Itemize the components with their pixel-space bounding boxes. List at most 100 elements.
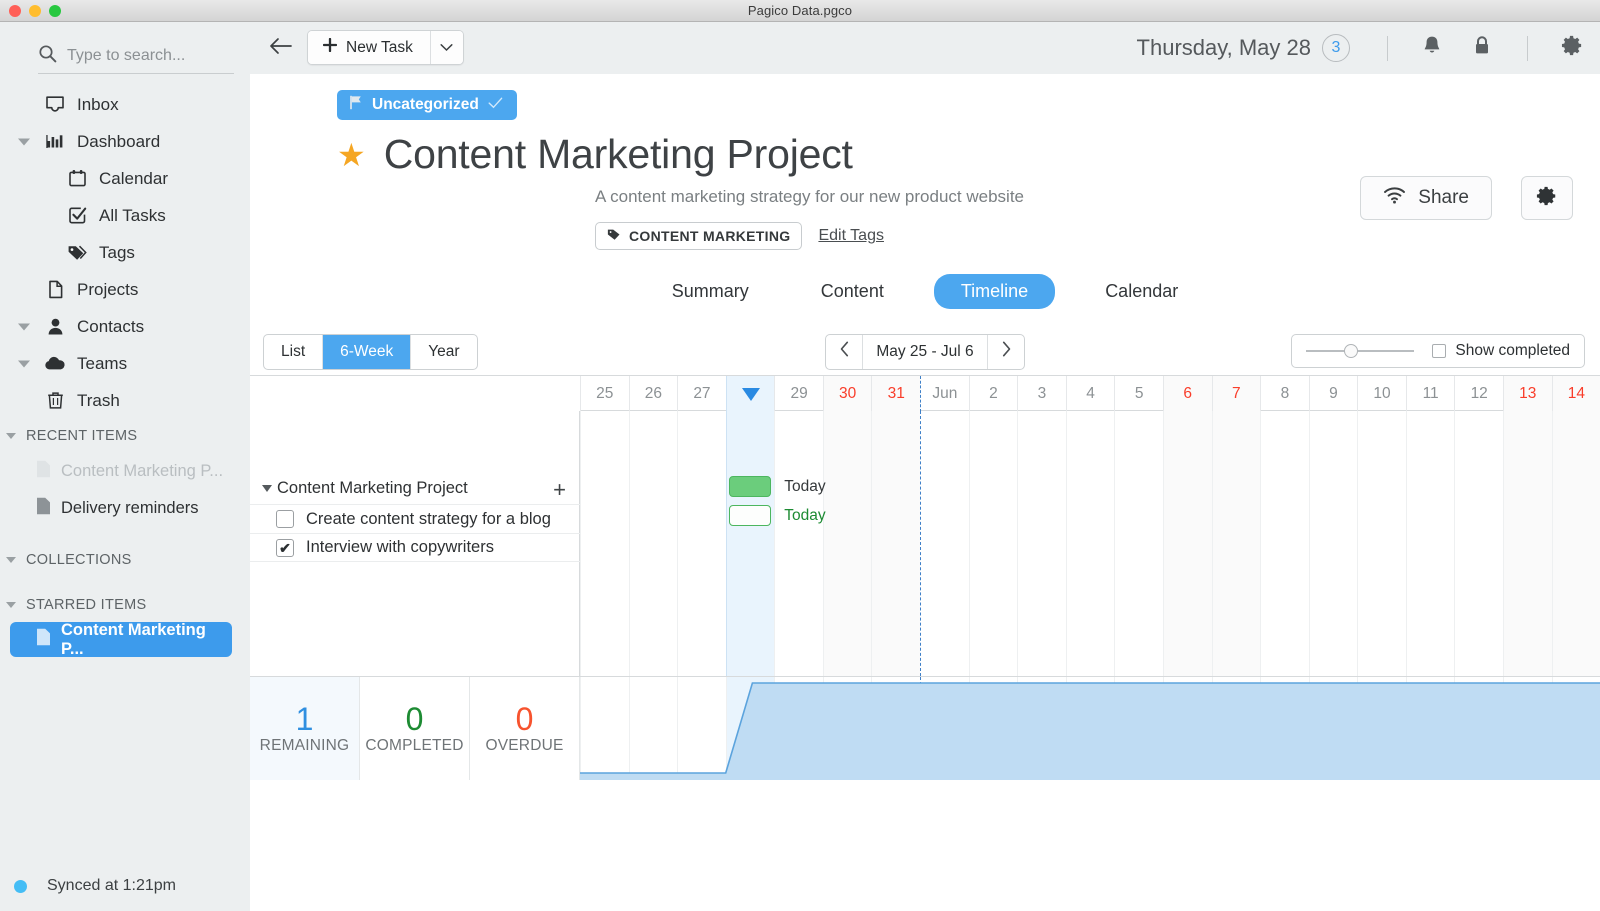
- gantt-day-header[interactable]: 8: [1260, 376, 1309, 412]
- sidebar-item-trash[interactable]: Trash: [0, 382, 250, 419]
- gantt-grid-column[interactable]: [677, 411, 726, 676]
- gantt-today-column-header[interactable]: [725, 376, 775, 412]
- gantt-day-header[interactable]: 31: [871, 376, 921, 412]
- gantt-grid-column[interactable]: [1114, 411, 1163, 676]
- gantt-grid-column[interactable]: [1260, 411, 1309, 676]
- date-range-label[interactable]: May 25 - Jul 6: [862, 335, 988, 369]
- gantt-day-header[interactable]: 12: [1454, 376, 1503, 412]
- sidebar-section-collections[interactable]: COLLECTIONS: [0, 543, 250, 577]
- sidebar-item-calendar[interactable]: Calendar: [0, 160, 250, 197]
- tab-summary[interactable]: Summary: [650, 274, 771, 309]
- search-input[interactable]: [67, 47, 234, 65]
- minimize-window-button[interactable]: [29, 5, 41, 17]
- next-range-button[interactable]: [988, 335, 1024, 369]
- gantt-grid-column[interactable]: [1357, 411, 1406, 676]
- zoom-slider-handle[interactable]: [1344, 344, 1359, 358]
- sidebar-recent-item[interactable]: Delivery reminders: [0, 490, 250, 527]
- gantt-grid-column[interactable]: [968, 411, 1018, 676]
- gantt-day-header[interactable]: 7: [1211, 376, 1261, 412]
- edit-tags-link[interactable]: Edit Tags: [818, 227, 884, 245]
- gantt-day-header[interactable]: 14: [1551, 376, 1600, 412]
- gantt-day-header[interactable]: 5: [1114, 376, 1163, 412]
- chevron-down-icon[interactable]: [18, 360, 30, 367]
- lock-button[interactable]: [1462, 22, 1502, 74]
- show-completed-checkbox[interactable]: [1432, 344, 1447, 358]
- date-range-navigator[interactable]: May 25 - Jul 6: [825, 334, 1025, 370]
- sidebar-section-starred-items[interactable]: STARRED ITEMS: [0, 588, 250, 622]
- tag-chip[interactable]: CONTENT MARKETING: [595, 222, 803, 250]
- sidebar-item-inbox[interactable]: Inbox: [0, 86, 250, 123]
- gantt-grid-column[interactable]: [1162, 411, 1212, 676]
- search-row[interactable]: [38, 44, 234, 74]
- gantt-grid-column[interactable]: [1454, 411, 1503, 676]
- settings-button[interactable]: [1552, 22, 1592, 74]
- previous-range-button[interactable]: [826, 335, 862, 369]
- new-task-group[interactable]: New Task: [307, 30, 464, 65]
- gantt-day-header[interactable]: 9: [1308, 376, 1358, 412]
- gantt-grid-column[interactable]: [1502, 411, 1552, 676]
- gantt-day-header[interactable]: 6: [1162, 376, 1212, 412]
- sidebar-item-dashboard[interactable]: Dashboard: [0, 123, 250, 160]
- tab-content[interactable]: Content: [799, 274, 906, 309]
- category-pill[interactable]: Uncategorized: [337, 90, 517, 120]
- tab-calendar[interactable]: Calendar: [1083, 274, 1200, 309]
- gantt-day-header[interactable]: 13: [1502, 376, 1552, 412]
- chevron-down-icon[interactable]: [6, 433, 16, 439]
- star-icon[interactable]: ★: [337, 139, 366, 171]
- gantt-grid-column[interactable]: [774, 411, 823, 676]
- gantt-day-header[interactable]: 27: [677, 376, 726, 412]
- gantt-task-row[interactable]: ✔ Interview with copywriters: [250, 533, 580, 562]
- project-settings-button[interactable]: [1521, 176, 1573, 220]
- gantt-grid-column[interactable]: [1211, 411, 1261, 676]
- gantt-grid-column[interactable]: [628, 411, 678, 676]
- zoom-slider[interactable]: [1306, 343, 1415, 359]
- gantt-grid-column[interactable]: [1017, 411, 1066, 676]
- gantt-day-header[interactable]: 25: [580, 376, 629, 412]
- show-completed-toggle[interactable]: Show completed: [1432, 342, 1570, 360]
- sidebar-item-all-tasks[interactable]: All Tasks: [0, 197, 250, 234]
- notifications-button[interactable]: [1412, 22, 1452, 74]
- view-mode-list[interactable]: List: [264, 335, 322, 369]
- gantt-grid-column[interactable]: [580, 411, 629, 676]
- gantt-grid-column[interactable]: [1405, 411, 1455, 676]
- gantt-grid-column[interactable]: [822, 411, 872, 676]
- chevron-down-icon[interactable]: [6, 557, 16, 563]
- gantt-grid-column[interactable]: [920, 411, 969, 676]
- back-button[interactable]: [268, 35, 294, 61]
- gantt-day-header[interactable]: 10: [1357, 376, 1406, 412]
- sidebar-item-tags[interactable]: Tags: [0, 234, 250, 271]
- sidebar-section-recent-items[interactable]: RECENT ITEMS: [0, 419, 250, 453]
- sidebar-starred-item[interactable]: Content Marketing P...: [10, 621, 232, 658]
- view-mode-segmented-control[interactable]: List 6-Week Year: [263, 334, 478, 370]
- gantt-day-header[interactable]: Jun: [920, 376, 969, 412]
- add-task-button[interactable]: +: [553, 477, 566, 503]
- gantt-day-header[interactable]: 30: [822, 376, 872, 412]
- sidebar-item-projects[interactable]: Projects: [0, 271, 250, 308]
- view-mode-year[interactable]: Year: [410, 335, 476, 369]
- view-mode-6-week[interactable]: 6-Week: [322, 335, 411, 369]
- task-checkbox[interactable]: [276, 510, 294, 528]
- new-task-dropdown-button[interactable]: [429, 31, 463, 64]
- window-controls[interactable]: [9, 5, 61, 17]
- gantt-day-header[interactable]: 2: [968, 376, 1018, 412]
- chevron-down-icon[interactable]: [262, 485, 272, 492]
- gantt-grid-column[interactable]: [1551, 411, 1600, 676]
- gantt-task-row[interactable]: Create content strategy for a blog: [250, 504, 580, 533]
- close-window-button[interactable]: [9, 5, 21, 17]
- sidebar-item-contacts[interactable]: Contacts: [0, 308, 250, 345]
- tab-timeline[interactable]: Timeline: [933, 274, 1056, 309]
- sidebar-item-teams[interactable]: Teams: [0, 345, 250, 382]
- gantt-day-header[interactable]: 3: [1017, 376, 1066, 412]
- task-checkbox[interactable]: ✔: [276, 538, 294, 557]
- gantt-grid-column[interactable]: [1065, 411, 1115, 676]
- gantt-grid-column[interactable]: [725, 411, 775, 676]
- chevron-down-icon[interactable]: [6, 602, 16, 608]
- gantt-grid-column[interactable]: [1308, 411, 1358, 676]
- status-badge[interactable]: 3: [1322, 34, 1350, 62]
- gantt-group-row[interactable]: Content Marketing Project +: [250, 473, 580, 504]
- gantt-day-header[interactable]: 26: [628, 376, 678, 412]
- chevron-down-icon[interactable]: [18, 138, 30, 145]
- gantt-grid-column[interactable]: [871, 411, 921, 676]
- sidebar-recent-item[interactable]: Content Marketing P...: [0, 453, 250, 490]
- maximize-window-button[interactable]: [49, 5, 61, 17]
